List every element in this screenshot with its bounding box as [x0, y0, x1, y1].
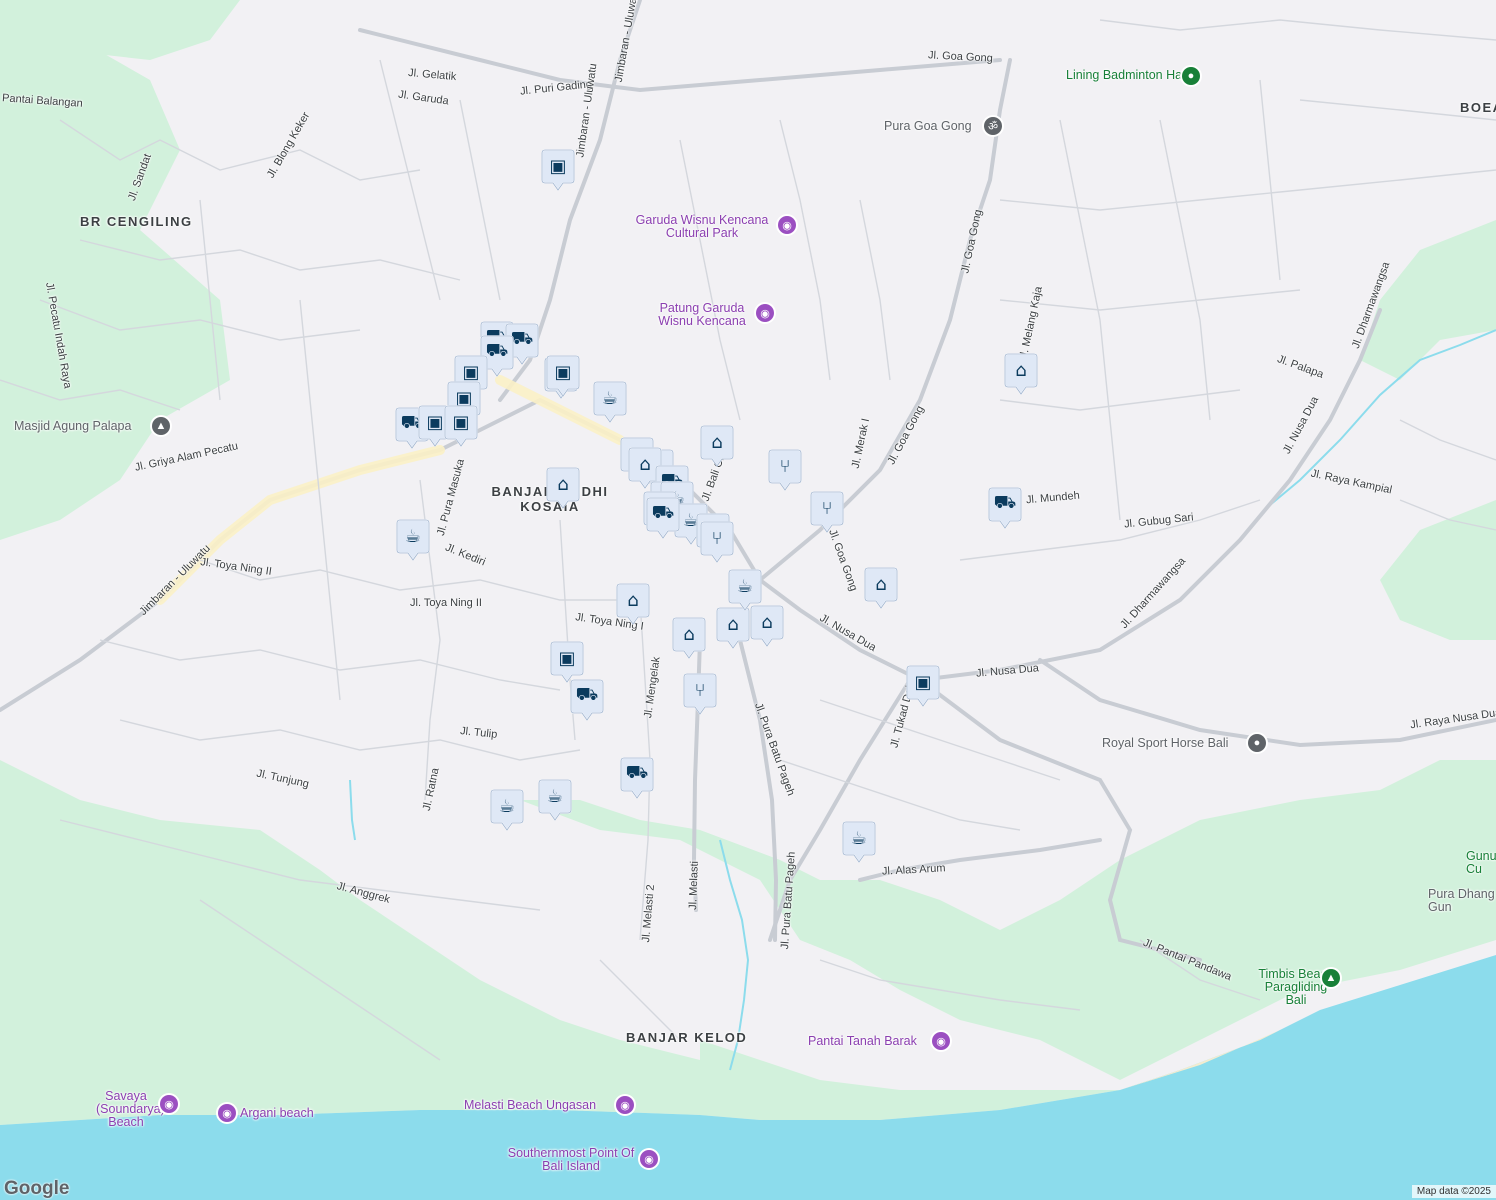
place-royal-sport-horse-bali[interactable]: Royal Sport Horse Bali: [1102, 736, 1228, 750]
grocery-marker[interactable]: ⛟: [988, 486, 1022, 530]
restaurant-icon: ⑂: [779, 455, 791, 477]
camera-icon[interactable]: ◉: [756, 304, 774, 322]
restaurant-marker[interactable]: ⑂: [810, 490, 844, 534]
place-gwk-cultural-park[interactable]: Garuda Wisnu Kencana Cultural Park: [632, 213, 772, 240]
cafe-marker[interactable]: ☕: [490, 788, 524, 832]
road-label: Jl. Melasti: [687, 860, 701, 911]
camera-icon[interactable]: ◉: [616, 1096, 634, 1114]
school-icon: ⌂: [627, 589, 639, 611]
camera-icon[interactable]: ◉: [160, 1095, 178, 1113]
camera-icon[interactable]: ◉: [640, 1150, 658, 1168]
place-pantai-tanah-barak[interactable]: Pantai Tanah Barak: [808, 1034, 917, 1048]
grocery-marker[interactable]: ⛟: [570, 678, 604, 722]
cafe-marker[interactable]: ☕: [538, 778, 572, 822]
area-label-banjar-kelod: BANJAR KELOD: [626, 1030, 748, 1045]
school-icon: ⌂: [727, 613, 739, 635]
grocery-icon: ⛟: [993, 492, 1017, 513]
place-savaya-beach[interactable]: Savaya (Soundarya) Beach: [96, 1089, 165, 1129]
mosque-icon[interactable]: ▲: [152, 417, 170, 435]
restaurant-icon: ⑂: [694, 679, 706, 701]
shopping-marker[interactable]: ▣: [546, 354, 580, 398]
shopping-icon: ▣: [558, 647, 576, 669]
cafe-icon: ☕: [601, 387, 619, 409]
restaurant-icon: ⑂: [821, 497, 833, 519]
school-marker[interactable]: ⌂: [864, 566, 898, 610]
shopping-icon: ▣: [554, 361, 572, 383]
place-pura-dhang-gun[interactable]: Pura Dhang Gun: [1428, 888, 1496, 914]
restaurant-marker[interactable]: ⑂: [700, 520, 734, 564]
place-pura-goa-gong[interactable]: Pura Goa Gong: [884, 119, 972, 133]
cafe-marker[interactable]: ☕: [396, 518, 430, 562]
place-gunu-cu[interactable]: Gunu Cu: [1466, 850, 1496, 876]
place-argani-beach[interactable]: Argani beach: [240, 1106, 314, 1120]
camera-icon[interactable]: ◉: [932, 1032, 950, 1050]
school-marker[interactable]: ⌂: [672, 616, 706, 660]
area-label-br-cengiling: BR CENGILING: [80, 214, 193, 229]
park-icon[interactable]: ▲: [1322, 969, 1340, 987]
school-icon: ⌂: [875, 573, 887, 595]
area-label-boea: BOEA: [1460, 100, 1496, 115]
restaurant-icon: ⑂: [711, 527, 723, 549]
school-icon: ⌂: [557, 473, 569, 495]
place-icon[interactable]: ●: [1248, 734, 1266, 752]
shopping-marker[interactable]: ▣: [906, 664, 940, 708]
place-masjid-agung-palapa[interactable]: Masjid Agung Palapa: [14, 419, 131, 433]
school-marker[interactable]: ⌂: [700, 424, 734, 468]
place-patung-gwk[interactable]: Patung Garuda Wisnu Kencana: [648, 301, 756, 328]
cafe-marker[interactable]: ☕: [593, 380, 627, 424]
camera-icon[interactable]: ◉: [778, 216, 796, 234]
grocery-marker[interactable]: ⛟: [620, 756, 654, 800]
cafe-icon: ☕: [850, 827, 868, 849]
shopping-icon: ▣: [452, 411, 470, 433]
shopping-icon: ▣: [549, 155, 567, 177]
school-marker[interactable]: ⌂: [1004, 352, 1038, 396]
place-lining-badminton-hall[interactable]: Lining Badminton Hall: [1066, 68, 1188, 82]
shopping-marker[interactable]: ▣: [541, 148, 575, 192]
school-icon: ⌂: [711, 431, 723, 453]
grocery-marker[interactable]: ⛟: [646, 496, 680, 540]
grocery-icon: ⛟: [625, 762, 649, 783]
school-marker[interactable]: ⌂: [616, 582, 650, 626]
map-attribution[interactable]: Map data ©2025: [1411, 1185, 1496, 1198]
cafe-icon: ☕: [498, 795, 516, 817]
worship-icon[interactable]: ॐ: [984, 117, 1002, 135]
place-southernmost-point[interactable]: Southernmost Point Of Bali Island: [506, 1146, 636, 1173]
camera-icon[interactable]: ◉: [218, 1104, 236, 1122]
school-marker[interactable]: ⌂: [716, 606, 750, 650]
school-icon: ⌂: [761, 611, 773, 633]
grocery-icon: ⛟: [651, 502, 675, 523]
map-canvas[interactable]: BR CENGILING BANJAR BUDHI KOSAIA BANJAR …: [0, 0, 1496, 1200]
road-label: Jl. Toya Ning II: [410, 597, 482, 609]
restaurant-marker[interactable]: ⑂: [768, 448, 802, 492]
shopping-marker[interactable]: ▣: [444, 404, 478, 448]
restaurant-marker[interactable]: ⑂: [683, 672, 717, 716]
cafe-marker[interactable]: ☕: [728, 568, 762, 612]
cafe-icon: ☕: [736, 575, 754, 597]
shopping-icon: ▣: [914, 671, 932, 693]
sport-icon[interactable]: ●: [1182, 67, 1200, 85]
cafe-icon: ☕: [404, 525, 422, 547]
school-icon: ⌂: [1015, 359, 1027, 381]
cafe-icon: ☕: [546, 785, 564, 807]
school-icon: ⌂: [683, 623, 695, 645]
grocery-icon: ⛟: [575, 684, 599, 705]
school-marker[interactable]: ⌂: [546, 466, 580, 510]
cafe-marker[interactable]: ☕: [842, 820, 876, 864]
google-logo: Google: [4, 1178, 70, 1199]
place-melasti-beach[interactable]: Melasti Beach Ungasan: [464, 1098, 596, 1112]
